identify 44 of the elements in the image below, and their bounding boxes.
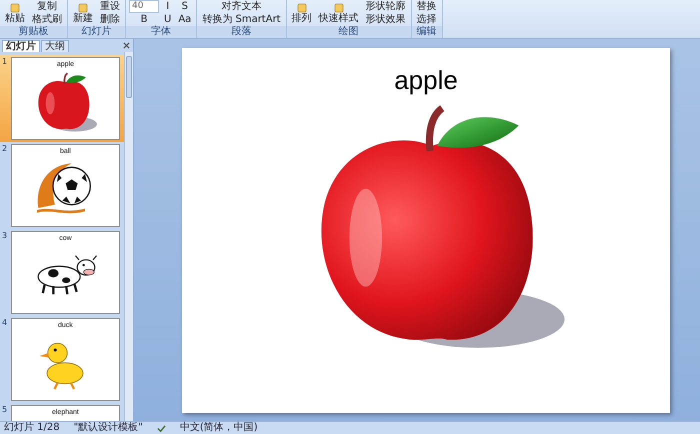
- tool-icon: [78, 3, 88, 13]
- group-label: 剪贴板: [0, 26, 67, 38]
- slide-title: apple: [394, 65, 458, 95]
- check-icon[interactable]: [156, 424, 166, 432]
- ribbon-button[interactable]: Aa: [176, 13, 194, 26]
- tool-icon: [334, 3, 344, 13]
- group-label: 编辑: [412, 26, 442, 38]
- scrollbar[interactable]: [124, 52, 133, 421]
- language-indicator: 中文(简体，中国): [180, 422, 258, 434]
- slide-position: 幻灯片 1/28: [4, 422, 60, 434]
- slide-number: 5: [2, 405, 8, 416]
- close-icon[interactable]: [123, 42, 130, 49]
- ribbon-button[interactable]: 新建: [71, 0, 95, 26]
- ribbon-button[interactable]: S: [176, 0, 194, 13]
- slide-number: 2: [2, 144, 8, 155]
- ribbon-button[interactable]: 格式刷: [30, 13, 64, 26]
- ribbon-button[interactable]: 排列: [290, 0, 314, 26]
- ribbon-button[interactable]: 形状轮廓: [364, 0, 408, 13]
- tool-icon: [296, 3, 307, 13]
- group-label: 字体: [126, 26, 196, 38]
- ribbon-button[interactable]: I: [162, 0, 174, 13]
- font-size-field[interactable]: 40: [129, 0, 159, 13]
- ribbon-button[interactable]: 重设: [98, 0, 122, 13]
- group-label: 段落: [197, 26, 286, 38]
- theme-name: "默认设计模板": [74, 422, 143, 434]
- slide-number: 4: [2, 318, 8, 329]
- slide-number: 1: [2, 57, 8, 68]
- ribbon-button[interactable]: 替换: [414, 0, 439, 13]
- ribbon-button[interactable]: 删除: [98, 13, 122, 26]
- pane-tab[interactable]: 大纲: [41, 40, 69, 52]
- ribbon-button[interactable]: 粘贴: [3, 0, 27, 26]
- ribbon-button[interactable]: 形状效果: [364, 13, 408, 26]
- ribbon-button[interactable]: 转换为 SmartArt: [200, 13, 283, 26]
- ribbon-button[interactable]: 选择: [414, 13, 439, 26]
- ribbon-button[interactable]: 对齐文本: [200, 0, 283, 13]
- ribbon-button[interactable]: B: [129, 13, 159, 26]
- tool-icon: [10, 3, 20, 13]
- pane-tab[interactable]: 幻灯片: [2, 40, 40, 52]
- slide-number: 3: [2, 231, 8, 242]
- group-label: 幻灯片: [68, 26, 125, 38]
- group-label: 绘图: [286, 26, 411, 38]
- ribbon-button[interactable]: 快速样式: [316, 0, 361, 26]
- ribbon-button[interactable]: 复制: [30, 0, 64, 13]
- ribbon-button[interactable]: U: [162, 13, 174, 26]
